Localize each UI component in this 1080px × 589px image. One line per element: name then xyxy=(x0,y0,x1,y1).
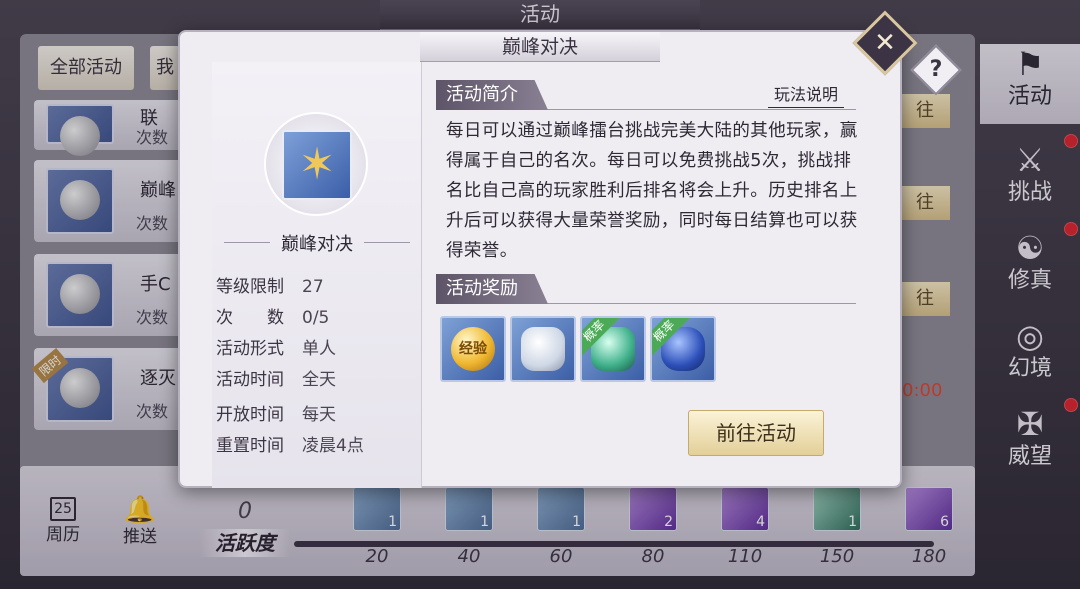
reward-heading: 活动奖励 xyxy=(436,274,548,304)
goto-activity-button[interactable]: 前往活动 xyxy=(688,410,824,456)
star-shield-icon: ✶ xyxy=(282,130,352,200)
dialog-title: 巅峰对决 xyxy=(420,32,660,62)
info-row-form: 活动形式 单人 xyxy=(216,339,336,359)
intro-section-header: 活动简介 玩法说明 xyxy=(436,80,856,110)
reward-blue-gem[interactable]: 概率 xyxy=(650,316,716,382)
activity-name: 巅峰对决 xyxy=(212,230,422,256)
reward-section-header: 活动奖励 xyxy=(436,274,856,304)
info-row-count: 次 数 0/5 xyxy=(216,308,330,328)
reward-green-gem[interactable]: 概率 xyxy=(580,316,646,382)
intro-text: 每日可以通过巅峰擂台挑战完美大陆的其他玩家，赢得属于自己的名次。每日可以免费挑战… xyxy=(446,121,858,261)
silver-gem-icon xyxy=(521,327,565,371)
info-row-open: 开放时间 每天 xyxy=(216,405,336,425)
info-row-level: 等级限制 27 xyxy=(216,277,324,297)
close-icon: ✕ xyxy=(874,28,896,58)
activity-detail-dialog: 巅峰对决 ✶ 巅峰对决 等级限制 27 次 数 0/5 活动形式 单人 活动时间 全天 … xyxy=(178,30,902,488)
activity-badge: ✶ xyxy=(264,112,368,216)
activity-detail-panel: 活动简介 玩法说明 每日可以通过巅峰擂台挑战完美大陆的其他玩家，赢得属于自己的名… xyxy=(436,80,858,480)
reward-exp[interactable]: 经验 xyxy=(440,316,506,382)
intro-heading: 活动简介 xyxy=(436,80,548,110)
reward-silver-gem[interactable] xyxy=(510,316,576,382)
info-row-reset: 重置时间 凌晨4点 xyxy=(216,436,364,456)
question-icon: ? xyxy=(929,57,943,82)
rules-link[interactable]: 玩法说明 xyxy=(767,82,844,108)
info-row-time: 活动时间 全天 xyxy=(216,370,336,390)
activity-summary-panel: ✶ 巅峰对决 等级限制 27 次 数 0/5 活动形式 单人 活动时间 全天 开放时间每… xyxy=(212,62,422,488)
